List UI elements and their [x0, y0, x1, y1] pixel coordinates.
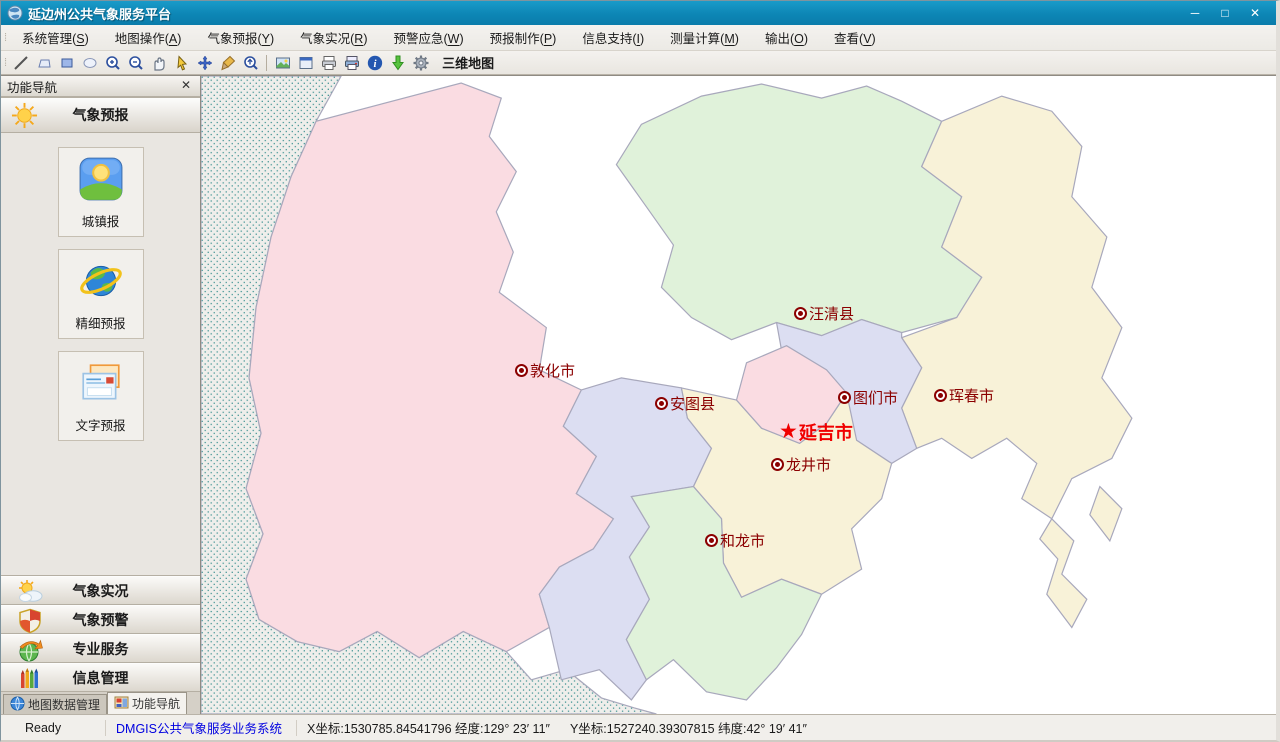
rectangle-tool-button[interactable]	[55, 52, 78, 73]
printer-button[interactable]	[317, 52, 340, 73]
paintbrush-button[interactable]	[216, 52, 239, 73]
export-image-icon	[274, 54, 292, 72]
zoom-extent-icon	[242, 54, 260, 72]
sidebar-tab-label: 地图数据管理	[28, 696, 100, 713]
forecast-button-area: 城镇报精细预报文字预报	[1, 133, 200, 576]
line-tool-button[interactable]	[9, 52, 32, 73]
menu-grip-icon: ⁞	[4, 32, 5, 44]
sidebar-tab-globe[interactable]: 地图数据管理	[3, 694, 107, 714]
polygon-tool-icon	[35, 54, 53, 72]
menu-bar: ⁞ 系统管理(S)地图操作(A)气象预报(Y)气象实况(R)预警应急(W)预报制…	[1, 25, 1276, 51]
sidebar-tab-label: 功能导航	[132, 695, 180, 712]
download-arrow-button[interactable]	[386, 52, 409, 73]
pencils-icon	[17, 666, 43, 695]
menu-item-r[interactable]: 气象实况(R)	[287, 24, 380, 51]
status-y-coordinate: Y坐标:1527240.39307815 纬度:42° 19′ 41″	[560, 718, 817, 737]
ellipse-tool-icon	[81, 54, 99, 72]
zoom-in-button[interactable]	[101, 52, 124, 73]
menu-item-s[interactable]: 系统管理(S)	[9, 24, 102, 51]
export-image-button[interactable]	[271, 52, 294, 73]
section-shield[interactable]: 气象预警	[1, 605, 200, 634]
section-globe-arrow[interactable]: 专业服务	[1, 634, 200, 663]
ellipse-tool-button[interactable]	[78, 52, 101, 73]
map-region-珲春市半岛[interactable]	[1090, 487, 1122, 541]
select-arrow-button[interactable]	[170, 52, 193, 73]
move-tool-button[interactable]	[193, 52, 216, 73]
forecast-button-label: 精细预报	[75, 313, 125, 332]
select-arrow-icon	[173, 54, 191, 72]
zoom-out-icon	[127, 54, 145, 72]
forecast-button-town-forecast[interactable]: 城镇报	[58, 147, 144, 237]
panel-view-button[interactable]	[294, 52, 317, 73]
section-pencils[interactable]: 信息管理	[1, 663, 200, 692]
sun-icon	[11, 102, 38, 132]
window-title: 延边州公共气象服务平台	[28, 4, 1180, 23]
settings-gear-button[interactable]	[409, 52, 432, 73]
forecast-button-fine-forecast[interactable]: 精细预报	[58, 249, 144, 339]
status-x-coordinate: X坐标:1530785.84541796 经度:129° 23′ 11″	[297, 718, 560, 737]
toolbar-separator	[266, 55, 267, 71]
globe-arrow-icon	[17, 637, 43, 666]
forecast-button-label: 城镇报	[82, 211, 120, 230]
panel-view-icon	[297, 54, 315, 72]
app-window: 延边州公共气象服务平台 ─□✕ ⁞ 系统管理(S)地图操作(A)气象预报(Y)气…	[0, 0, 1280, 742]
sidebar-close-icon[interactable]: ✕	[178, 78, 194, 94]
maximize-button[interactable]: □	[1210, 4, 1240, 23]
sun-cloud-icon	[17, 579, 43, 608]
color-printer-button[interactable]	[340, 52, 363, 73]
settings-gear-icon	[412, 54, 430, 72]
status-system-name: DMGIS公共气象服务业务系统	[106, 718, 296, 737]
globe-icon	[10, 696, 25, 714]
sidebar-tab-window[interactable]: 功能导航	[107, 692, 187, 714]
function-nav-panel: 功能导航 ✕ 气象预报 城镇报精细预报文字预报 气象实况气象预警专业服务信息管理…	[1, 76, 201, 714]
title-bar: 延边州公共气象服务平台 ─□✕	[1, 1, 1276, 25]
printer-icon	[320, 54, 338, 72]
zoom-out-button[interactable]	[124, 52, 147, 73]
window-icon	[114, 695, 129, 713]
pan-hand-button[interactable]	[147, 52, 170, 73]
town-forecast-icon	[78, 156, 124, 205]
paintbrush-icon	[219, 54, 237, 72]
color-printer-icon	[343, 54, 361, 72]
pan-hand-icon	[150, 54, 168, 72]
info-icon: i	[366, 54, 384, 72]
text-forecast-icon	[78, 360, 124, 409]
section-sun-cloud[interactable]: 气象实况	[1, 576, 200, 605]
menu-item-a[interactable]: 地图操作(A)	[102, 24, 195, 51]
tool-bar: ⁞ i 三维地图	[1, 51, 1276, 75]
fine-forecast-icon	[78, 258, 124, 307]
menu-item-y[interactable]: 气象预报(Y)	[194, 24, 287, 51]
zoom-extent-button[interactable]	[239, 52, 262, 73]
close-button[interactable]: ✕	[1240, 4, 1270, 23]
zoom-in-icon	[104, 54, 122, 72]
shield-icon	[17, 608, 43, 637]
toolbar-grip-icon: ⁞	[4, 57, 5, 69]
menu-item-o[interactable]: 输出(O)	[752, 24, 821, 51]
menu-item-i[interactable]: 信息支持(I)	[569, 24, 657, 51]
info-button[interactable]: i	[363, 52, 386, 73]
forecast-button-label: 文字预报	[75, 415, 125, 434]
status-bar: Ready DMGIS公共气象服务业务系统 X坐标:1530785.845417…	[1, 714, 1276, 740]
line-tool-icon	[12, 54, 30, 72]
rectangle-tool-icon	[58, 54, 76, 72]
download-arrow-icon	[389, 54, 407, 72]
polygon-tool-button[interactable]	[32, 52, 55, 73]
sidebar-title: 功能导航	[7, 77, 178, 96]
sidebar-header: 功能导航 ✕	[1, 76, 200, 97]
minimize-button[interactable]: ─	[1180, 4, 1210, 23]
map-canvas[interactable]: 汪清县敦化市安图县图们市珲春市★延吉市龙井市和龙市	[201, 76, 1276, 714]
menu-item-m[interactable]: 测量计算(M)	[657, 24, 752, 51]
move-tool-icon	[196, 54, 214, 72]
section-weather-forecast[interactable]: 气象预报	[1, 97, 200, 133]
menu-item-w[interactable]: 预警应急(W)	[381, 24, 477, 51]
forecast-button-text-forecast[interactable]: 文字预报	[58, 351, 144, 441]
map-region-汪清县[interactable]	[616, 84, 981, 340]
menu-item-p[interactable]: 预报制作(P)	[477, 24, 570, 51]
map-region-珲春市东部[interactable]	[1040, 519, 1087, 628]
menu-item-v[interactable]: 查看(V)	[821, 24, 889, 51]
status-ready: Ready	[15, 721, 105, 735]
map3d-button[interactable]: 三维地图	[438, 51, 498, 74]
sidebar-tab-strip: 地图数据管理 功能导航	[1, 692, 200, 714]
app-globe-icon	[7, 5, 23, 21]
